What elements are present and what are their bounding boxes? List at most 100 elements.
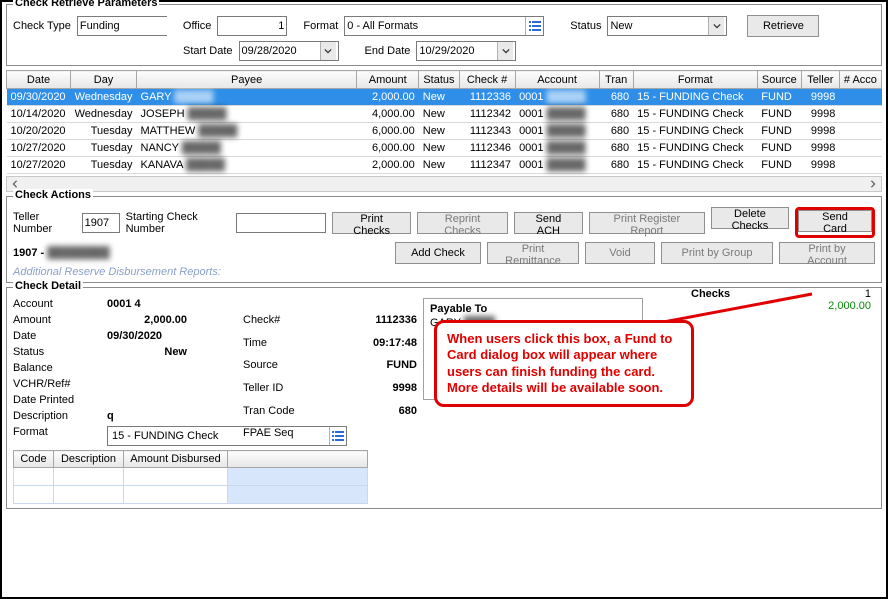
redacted-text: █████: [547, 91, 586, 103]
disbursed-table[interactable]: Code Description Amount Disbursed: [13, 450, 368, 504]
reprint-checks-button: Reprint Checks: [417, 212, 508, 234]
params-title: Check Retrieve Parameters: [13, 0, 159, 9]
detail-title: Check Detail: [13, 280, 83, 292]
horizontal-scrollbar[interactable]: [6, 176, 882, 192]
fpae-value: [337, 427, 417, 446]
col-numacc[interactable]: # Acco: [839, 71, 881, 89]
send-card-highlight: Send Card: [795, 207, 875, 238]
table-row[interactable]: [14, 486, 368, 504]
table-row[interactable]: [14, 468, 368, 486]
source-value: FUND: [337, 359, 417, 378]
redacted-text: █████: [547, 142, 586, 154]
start-date-input[interactable]: [239, 41, 339, 61]
additional-reports-label: Additional Reserve Disbursement Reports:: [13, 266, 875, 278]
table-row[interactable]: 10/14/2020WednesdayJOSEPH █████4,000.00N…: [7, 106, 882, 123]
col-account[interactable]: Account: [515, 71, 599, 89]
print-checks-button[interactable]: Print Checks: [332, 212, 411, 234]
table-row[interactable]: 10/27/2020TuesdayKANAVA █████2,000.00New…: [7, 157, 882, 174]
chevron-down-icon[interactable]: [320, 42, 336, 60]
col-amount[interactable]: Amount: [357, 71, 419, 89]
redacted-text: █████: [547, 159, 586, 171]
table-row[interactable]: 10/27/2020TuesdayNANCY █████6,000.00New1…: [7, 140, 882, 157]
status-value: New: [107, 346, 187, 358]
col-status[interactable]: Status: [419, 71, 459, 89]
check-type-select[interactable]: [77, 16, 167, 36]
col-source[interactable]: Source: [757, 71, 801, 89]
redacted-text: ████████: [47, 247, 109, 259]
mini-col-code[interactable]: Code: [14, 451, 54, 468]
col-teller[interactable]: Teller: [801, 71, 839, 89]
date-printed-label: Date Printed: [13, 394, 103, 406]
starting-check-input[interactable]: [236, 213, 326, 233]
actions-title: Check Actions: [13, 189, 93, 201]
redacted-text: █████: [188, 108, 227, 120]
balance-label: Balance: [13, 362, 103, 374]
teller-number-label: Teller Number: [13, 211, 76, 235]
status-select[interactable]: [607, 16, 727, 36]
send-card-button[interactable]: Send Card: [798, 210, 872, 232]
table-row[interactable]: 09/30/2020WednesdayGARY █████2,000.00New…: [7, 89, 882, 106]
redacted-text: █████: [198, 125, 237, 137]
mini-col-blank: [228, 451, 368, 468]
vchr-label: VCHR/Ref#: [13, 378, 103, 390]
description-label: Description: [13, 410, 103, 422]
status-label: Status: [570, 20, 601, 32]
col-format[interactable]: Format: [633, 71, 757, 89]
office-label: Office: [183, 20, 212, 32]
chevron-down-icon[interactable]: [708, 17, 724, 35]
annotation-callout: When users click this box, a Fund to Car…: [434, 320, 694, 407]
list-icon[interactable]: [525, 17, 543, 35]
send-ach-button[interactable]: Send ACH: [514, 212, 583, 234]
redacted-text: █████: [547, 125, 586, 137]
end-date-label: End Date: [365, 45, 411, 57]
scroll-right-icon[interactable]: [865, 177, 881, 191]
col-payee[interactable]: Payee: [137, 71, 357, 89]
fpae-label: FPAE Seq: [243, 427, 333, 446]
redacted-text: █████: [174, 91, 213, 103]
void-button: Void: [585, 242, 655, 264]
source-label: Source: [243, 359, 333, 378]
amount-value: 2,000.00: [107, 314, 187, 326]
add-check-button[interactable]: Add Check: [395, 242, 481, 264]
starting-check-label: Starting Check Number: [126, 211, 231, 235]
mini-col-desc[interactable]: Description: [54, 451, 124, 468]
col-date[interactable]: Date: [7, 71, 71, 89]
col-day[interactable]: Day: [71, 71, 137, 89]
account-label: Account: [13, 298, 103, 310]
format-select[interactable]: [344, 16, 544, 36]
amount-label: Amount: [13, 314, 103, 326]
checks-summary: Checks1 2,000.00: [691, 288, 871, 312]
table-row[interactable]: 10/20/2020TuesdayMATTHEW █████6,000.00Ne…: [7, 123, 882, 140]
teller-number-input[interactable]: [82, 213, 120, 233]
end-date-input[interactable]: [416, 41, 516, 61]
checknum-label: Check#: [243, 314, 333, 333]
print-by-group-button: Print by Group: [661, 242, 773, 264]
format-label: Format: [303, 20, 338, 32]
col-tran[interactable]: Tran: [599, 71, 633, 89]
redacted-text: █████: [182, 142, 221, 154]
trancode-label: Tran Code: [243, 405, 333, 424]
col-check[interactable]: Check #: [459, 71, 515, 89]
time-label: Time: [243, 337, 333, 356]
checknum-value: 1112336: [337, 314, 417, 333]
print-register-report-button: Print Register Report: [589, 212, 705, 234]
mini-col-amount[interactable]: Amount Disbursed: [124, 451, 228, 468]
trancode-value: 680: [337, 405, 417, 424]
start-date-label: Start Date: [183, 45, 233, 57]
redacted-text: █████: [186, 159, 225, 171]
payable-to-title: Payable To: [430, 303, 636, 315]
tellerid-value: 9998: [337, 382, 417, 401]
check-type-label: Check Type: [13, 20, 71, 32]
status-label2: Status: [13, 346, 103, 358]
print-by-account-button: Print by Account: [779, 242, 875, 264]
time-value: 09:17:48: [337, 337, 417, 356]
delete-checks-button[interactable]: Delete Checks: [711, 207, 789, 229]
selected-payee-prefix: 1907 -: [13, 247, 44, 259]
print-remittance-button: Print Remittance: [487, 242, 579, 264]
checks-table[interactable]: Date Day Payee Amount Status Check # Acc…: [6, 70, 882, 174]
account-value: 0001 4: [107, 298, 347, 310]
format-label2: Format: [13, 426, 103, 446]
retrieve-button[interactable]: Retrieve: [747, 15, 819, 37]
chevron-down-icon[interactable]: [497, 42, 513, 60]
office-input[interactable]: [217, 16, 287, 36]
